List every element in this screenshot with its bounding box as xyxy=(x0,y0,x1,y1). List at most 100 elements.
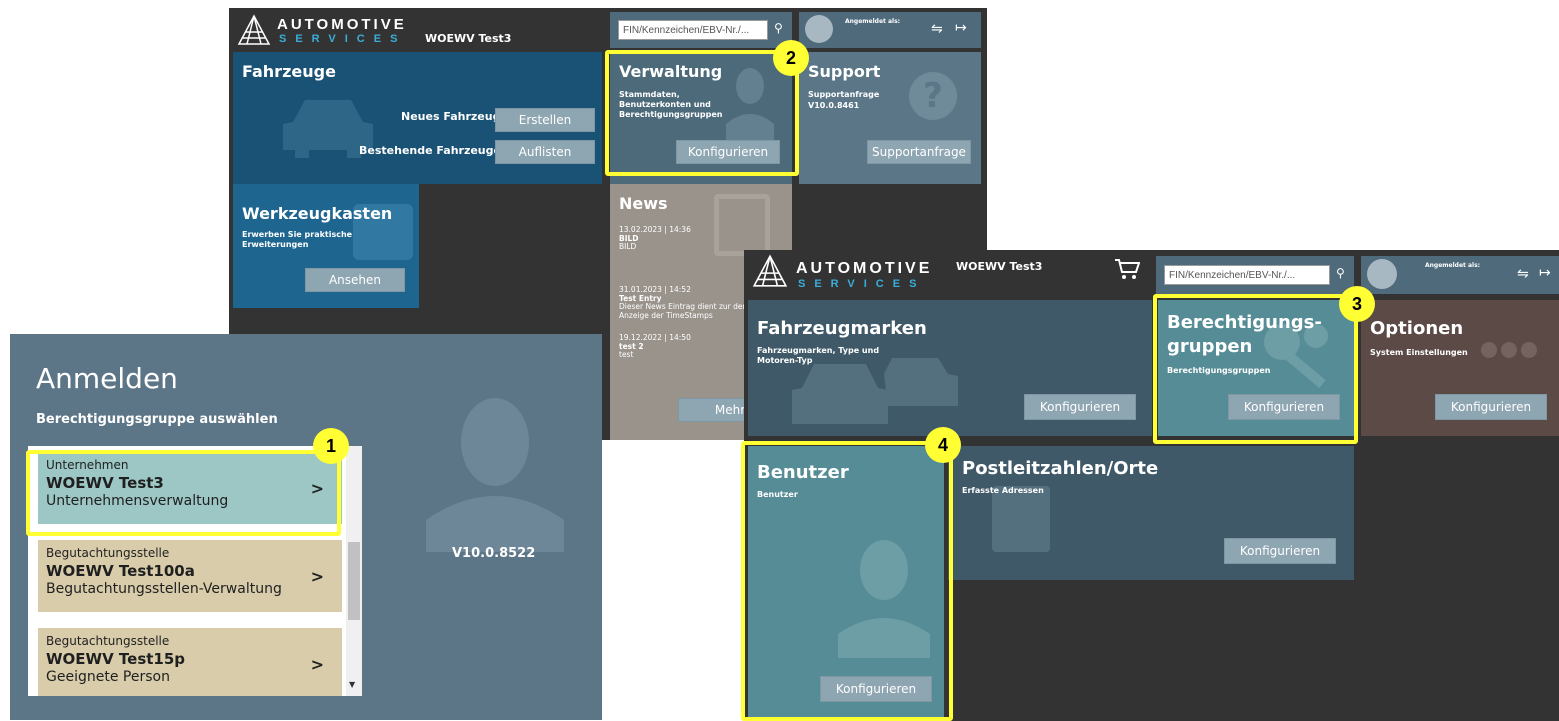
tile-benutzer: Benutzer Benutzer Konfigurieren xyxy=(748,446,944,721)
scroll-down-icon[interactable]: ▼ xyxy=(349,680,355,689)
group-item-begutachtung-2[interactable]: Begutachtungsstelle WOEWV Test15p Geeign… xyxy=(38,628,342,696)
tile-title-line2: gruppen xyxy=(1167,336,1253,357)
new-vehicle-label: Neues Fahrzeug xyxy=(401,110,501,123)
plz-configure-button[interactable]: Konfigurieren xyxy=(1224,538,1336,564)
scrollbar-thumb[interactable] xyxy=(348,542,360,620)
verwaltung-configure-button[interactable]: Konfigurieren xyxy=(676,140,780,164)
group-name: WOEWV Test3 xyxy=(46,474,164,492)
switch-group-icon[interactable]: ⇋ xyxy=(1517,266,1529,282)
group-role: Unternehmensverwaltung xyxy=(46,493,229,509)
more-dots-icon xyxy=(1481,342,1537,358)
tile-verwaltung: Verwaltung Stammdaten, Benutzerkonten un… xyxy=(610,52,792,184)
login-subtitle: Berechtigungsgruppe auswählen xyxy=(36,412,278,427)
news-entry[interactable]: 19.12.2022 | 14:50 test 2 test xyxy=(619,333,691,360)
person-icon xyxy=(838,540,930,658)
tile-subtitle: Berechtigungsgruppen xyxy=(1167,366,1271,375)
tile-postleitzahlen: Postleitzahlen/Orte Erfasste Adressen Ko… xyxy=(948,446,1354,580)
search-icon[interactable]: ⚲ xyxy=(774,21,783,35)
logged-in-label: Angemeldet als: xyxy=(845,18,901,25)
optionen-configure-button[interactable]: Konfigurieren xyxy=(1435,394,1547,420)
tile-title: Fahrzeugmarken xyxy=(757,318,927,339)
support-request-text: Supportanfrage xyxy=(808,90,880,99)
group-name: WOEWV Test100a xyxy=(46,562,195,580)
tile-subtitle: Fahrzeugmarken, Type und Motoren-Typ xyxy=(757,346,880,365)
white-underlay xyxy=(604,446,754,721)
callout-badge-3: 3 xyxy=(1339,286,1375,322)
search-icon[interactable]: ⚲ xyxy=(1336,266,1345,280)
brand-logo[interactable]: AUTOMOTIVE SERVICES xyxy=(237,14,404,48)
search-area: FIN/Kennzeichen/EBV-Nr./... ⚲ xyxy=(610,12,792,48)
group-category: Begutachtungsstelle xyxy=(46,634,170,648)
support-version: V10.0.8461 xyxy=(808,101,860,110)
automotive-logo-icon xyxy=(752,254,788,287)
company-name: WOEWV Test3 xyxy=(956,260,1043,273)
logged-in-label: Angemeldet als: xyxy=(1425,262,1481,269)
tile-berechtigungsgruppen: Berechtigungs- gruppen Berechtigungsgrup… xyxy=(1158,300,1354,436)
tile-title: News xyxy=(619,194,668,213)
tile-title-line1: Berechtigungs- xyxy=(1167,312,1322,333)
tile-subtitle: System Einstellungen xyxy=(1370,348,1468,357)
list-vehicles-button[interactable]: Auflisten xyxy=(495,140,595,164)
chevron-right-icon: > xyxy=(310,567,324,586)
search-area: FIN/Kennzeichen/EBV-Nr./... ⚲ xyxy=(1156,256,1354,294)
group-role: Geeignete Person xyxy=(46,669,170,685)
avatar[interactable] xyxy=(805,15,833,43)
avatar[interactable] xyxy=(1367,259,1397,289)
chevron-right-icon: > xyxy=(310,479,324,498)
dashboard-screen-b: AUTOMOTIVE SERVICES WOEWV Test3 FIN/Kenn… xyxy=(744,250,1559,721)
tile-werkzeugkasten: Werkzeugkasten Erwerben Sie praktische E… xyxy=(233,184,419,308)
search-input[interactable]: FIN/Kennzeichen/EBV-Nr./... xyxy=(1164,265,1330,285)
automotive-logo-icon xyxy=(237,14,271,45)
tile-title: Optionen xyxy=(1370,318,1464,339)
brand-line1: AUTOMOTIVE xyxy=(277,16,407,33)
newspaper-icon xyxy=(714,194,770,256)
chevron-right-icon: > xyxy=(310,655,324,674)
group-category: Unternehmen xyxy=(46,458,129,472)
tile-optionen: Optionen System Einstellungen Konfigurie… xyxy=(1361,300,1559,436)
fahrzeugmarken-configure-button[interactable]: Konfigurieren xyxy=(1024,394,1136,420)
support-request-button[interactable]: Supportanfrage xyxy=(867,140,971,164)
tile-fahrzeuge: Fahrzeuge Neues Fahrzeug Erstellen Beste… xyxy=(233,52,602,184)
tile-support: ? Support Supportanfrage V10.0.8461 Supp… xyxy=(799,52,981,184)
login-version: V10.0.8522 xyxy=(452,546,536,561)
news-entry[interactable]: 13.02.2023 | 14:36 BILD BILD xyxy=(619,225,691,252)
callout-badge-2: 2 xyxy=(773,40,809,76)
logout-icon[interactable]: ↦ xyxy=(955,20,967,36)
brand-line1: AUTOMOTIVE xyxy=(796,260,933,277)
tile-fahrzeugmarken: Fahrzeugmarken Fahrzeugmarken, Type und … xyxy=(748,300,1152,436)
tile-title: Benutzer xyxy=(757,462,849,483)
berechtigung-configure-button[interactable]: Konfigurieren xyxy=(1228,394,1340,420)
group-role: Begutachtungsstellen-Verwaltung xyxy=(46,581,282,597)
tile-title: Verwaltung xyxy=(619,62,723,81)
toolbox-view-button[interactable]: Ansehen xyxy=(305,268,405,292)
logout-icon[interactable]: ↦ xyxy=(1539,265,1551,281)
list-scrollbar[interactable]: ▼ xyxy=(346,446,362,696)
benutzer-configure-button[interactable]: Konfigurieren xyxy=(820,676,932,702)
brand-logo[interactable]: AUTOMOTIVE SERVICES xyxy=(752,254,932,292)
tile-title: Support xyxy=(808,62,881,81)
tile-subtitle: Stammdaten, Benutzerkonten und Berechtig… xyxy=(619,90,723,119)
tile-subtitle: Benutzer xyxy=(757,490,798,499)
search-input[interactable]: FIN/Kennzeichen/EBV-Nr./... xyxy=(618,20,768,40)
login-panel: Anmelden Berechtigungsgruppe auswählen U… xyxy=(10,334,602,720)
person-icon xyxy=(426,398,564,552)
tile-title: Postleitzahlen/Orte xyxy=(962,458,1159,479)
group-item-unternehmen[interactable]: Unternehmen WOEWV Test3 Unternehmensverw… xyxy=(38,452,342,524)
group-category: Begutachtungsstelle xyxy=(46,546,170,560)
existing-vehicles-label: Bestehende Fahrzeuge xyxy=(359,144,501,157)
switch-group-icon[interactable]: ⇋ xyxy=(931,21,943,37)
question-icon: ? xyxy=(909,72,957,120)
callout-badge-4: 4 xyxy=(925,427,961,463)
company-name: WOEWV Test3 xyxy=(425,32,512,45)
create-vehicle-button[interactable]: Erstellen xyxy=(495,108,595,132)
cart-icon[interactable] xyxy=(1114,258,1141,280)
user-area: Angemeldet als: ⇋ ↦ xyxy=(1361,256,1559,294)
group-item-begutachtung-1[interactable]: Begutachtungsstelle WOEWV Test100a Begut… xyxy=(38,540,342,612)
brand-line2: SERVICES xyxy=(798,278,926,290)
tile-title: Fahrzeuge xyxy=(242,62,336,81)
tile-subtitle: Erfasste Adressen xyxy=(962,486,1044,495)
login-title: Anmelden xyxy=(36,362,178,395)
news-text: BILD xyxy=(619,242,637,251)
tile-subtitle: Erwerben Sie praktische Erweiterungen xyxy=(242,230,353,249)
brand-line2: SERVICES xyxy=(279,33,407,45)
